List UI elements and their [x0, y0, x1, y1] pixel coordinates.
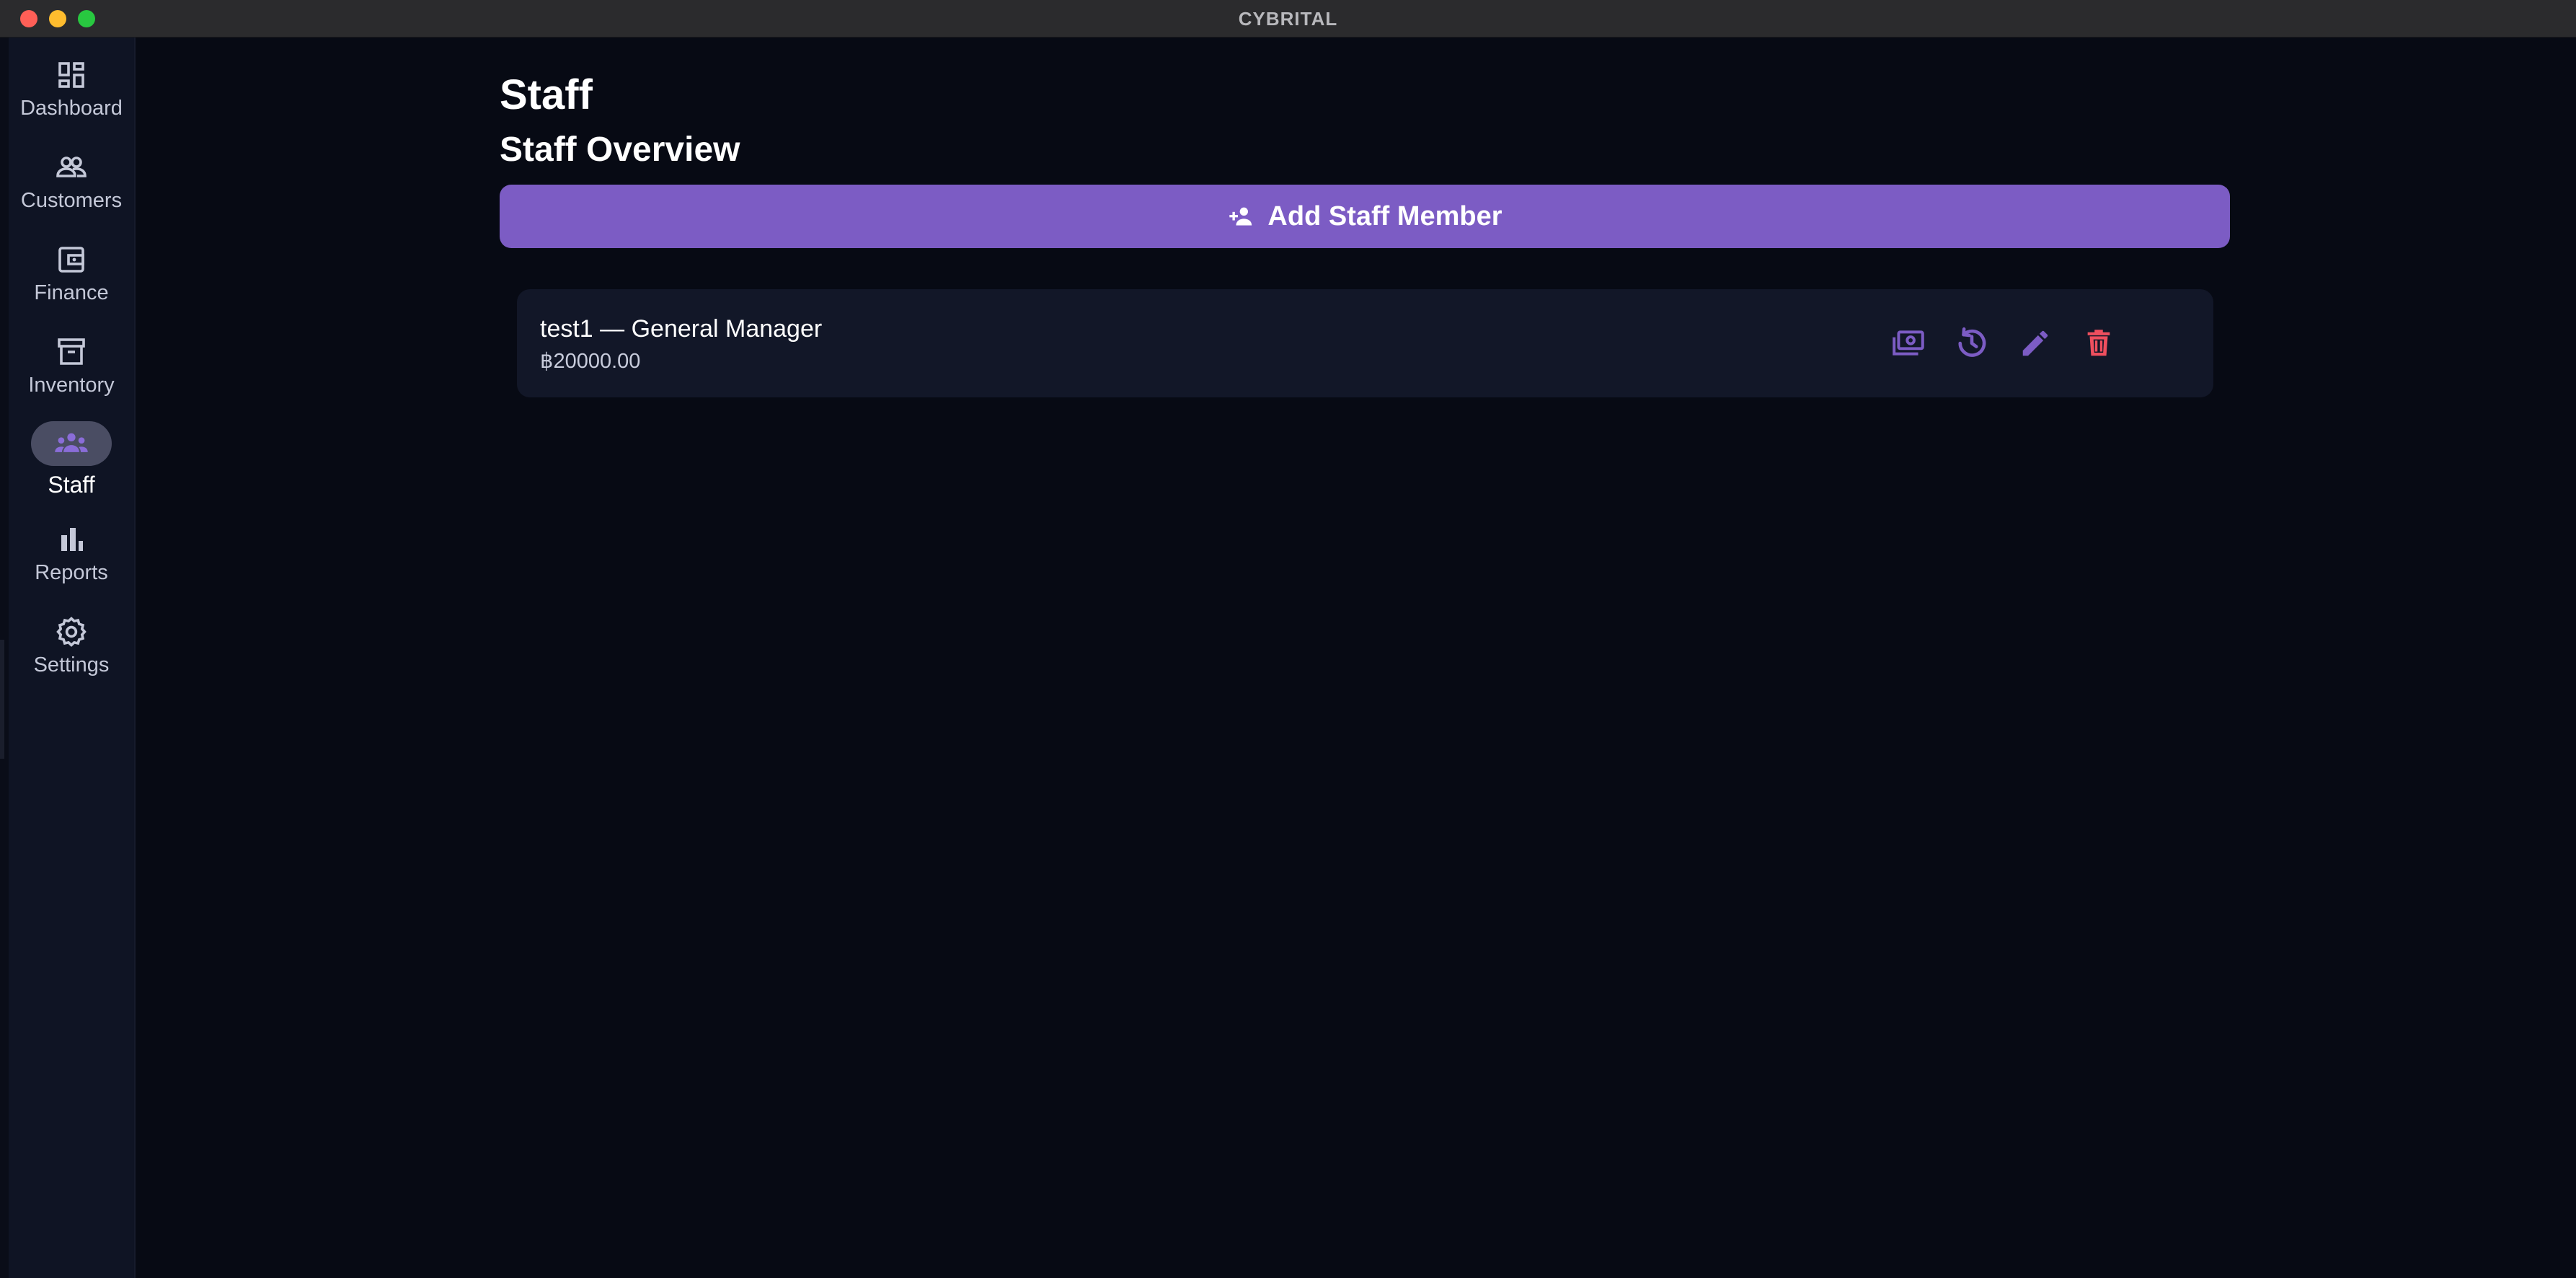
- title-bar: CYBRITAL: [0, 0, 2576, 38]
- staff-salary: ฿20000.00: [540, 350, 641, 373]
- delete-staff-button[interactable]: [2077, 322, 2120, 365]
- sidebar-item-reports[interactable]: Reports: [9, 522, 134, 585]
- people-icon: [56, 157, 87, 177]
- section-title: Staff Overview: [500, 131, 740, 169]
- sidebar-item-finance[interactable]: Finance: [9, 242, 134, 305]
- sidebar-item-label: Inventory: [28, 374, 115, 397]
- bar-chart-icon: [61, 528, 83, 551]
- pay-staff-button[interactable]: [1887, 322, 1930, 365]
- dashboard-icon: [58, 62, 84, 88]
- app-window: CYBRITAL Dashboard Customers Finance Inv…: [0, 0, 2576, 1278]
- sidebar-item-staff[interactable]: Staff: [9, 421, 134, 498]
- window-title: CYBRITAL: [1238, 8, 1338, 30]
- main-content: Staff Staff Overview Add Staff Member te…: [137, 38, 2576, 1278]
- sidebar-item-label: Dashboard: [20, 97, 123, 120]
- edit-icon: [2022, 330, 2048, 356]
- sidebar-item-label: Customers: [20, 189, 123, 212]
- wallet-icon: [58, 247, 84, 273]
- staff-name-role: test1 — General Manager: [540, 315, 823, 343]
- sidebar-item-label: Finance: [34, 281, 109, 304]
- gear-icon: [56, 617, 87, 647]
- history-icon: [1958, 327, 1986, 357]
- add-staff-member-label: Add Staff Member: [1267, 200, 1502, 232]
- edit-staff-button[interactable]: [2014, 322, 2057, 365]
- sidebar-item-label: Staff: [48, 472, 95, 498]
- sidebar-item-label: Reports: [35, 561, 108, 584]
- page-title: Staff: [500, 71, 593, 118]
- add-staff-member-button[interactable]: Add Staff Member: [500, 185, 2230, 248]
- delete-icon: [2087, 330, 2110, 356]
- sidebar-item-dashboard[interactable]: Dashboard: [9, 58, 134, 120]
- groups-icon: [55, 433, 88, 452]
- sidebar-item-settings[interactable]: Settings: [9, 614, 134, 677]
- payments-icon: [1893, 330, 1924, 356]
- sidebar: Dashboard Customers Finance Inventory St…: [9, 38, 136, 1278]
- left-edge-mark: [0, 640, 4, 759]
- staff-card: test1 — General Manager ฿20000.00: [517, 289, 2213, 397]
- staff-history-button[interactable]: [1950, 322, 1993, 365]
- sidebar-item-customers[interactable]: Customers: [9, 150, 134, 213]
- active-indicator: [31, 421, 112, 466]
- person-add-icon: [1229, 207, 1252, 226]
- sidebar-item-inventory[interactable]: Inventory: [9, 335, 134, 397]
- left-edge: [0, 38, 9, 1278]
- archive-box-icon: [58, 338, 85, 365]
- sidebar-item-label: Settings: [33, 653, 110, 677]
